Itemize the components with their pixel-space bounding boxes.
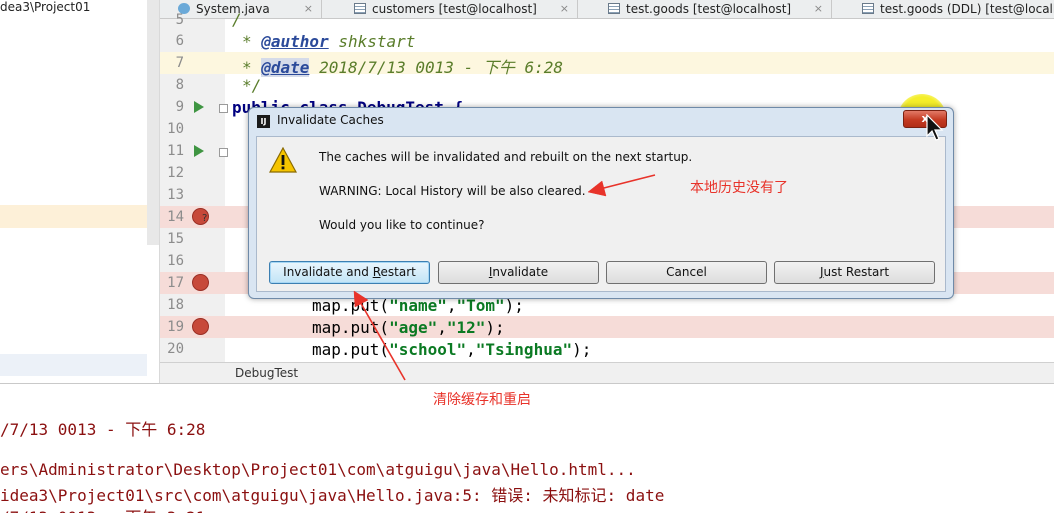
tab-system-java[interactable]: System.java × [172,0,322,18]
doc-star: * [242,32,262,51]
table-icon [354,3,366,14]
doc-author-value: shkstart [328,32,416,51]
invalidate-caches-dialog: IJ Invalidate Caches x The caches will b… [248,107,954,299]
line-number: 7 [175,55,184,71]
line-number: 15 [167,231,184,247]
doc-date-tag: @date [261,58,310,77]
tab-test-goods-ddl[interactable]: test.goods (DDL) [test@localhost] [856,0,1054,18]
line-number: 18 [167,297,184,313]
line-number: 19 [167,319,184,335]
breadcrumb-file[interactable]: DebugTest [235,366,298,380]
tab-label: customers [test@localhost] [372,2,537,16]
annotation-clear-cache: 清除缓存和重启 [433,392,531,408]
project-selected-row[interactable] [0,205,147,228]
line-number: 6 [175,33,184,49]
breakpoint-icon[interactable] [192,274,209,291]
code-line-6: * @author shkstart [242,32,415,51]
dialog-question: Would you like to continue? [319,218,485,232]
editor-tab-bar: System.java × customers [test@localhost]… [160,0,1054,19]
console-line: /7/13 0013 - 下午 3:21 [0,504,205,513]
close-icon[interactable]: × [814,0,823,18]
project-path[interactable]: dea3\Project01 [0,0,90,14]
tab-label: test.goods (DDL) [test@localhost] [880,2,1054,16]
cancel-button[interactable]: Cancel [606,261,767,284]
dialog-title: Invalidate Caches [277,113,384,127]
console-line: idea3\Project01\src\com\atguigu\java\Hel… [0,486,665,505]
project-scrollbar[interactable] [147,0,159,245]
line-number: 12 [167,165,184,181]
project-panel: dea3\Project01 [0,0,160,383]
fold-icon[interactable] [219,148,228,157]
doc-date-value: 2018/7/13 0013 - 下午 6:28 [309,58,563,77]
code-line-20: map.put("school","Tsinghua"); [312,340,592,359]
table-icon [862,3,874,14]
dialog-warning-message: WARNING: Local History will be also clea… [319,184,586,198]
tab-test-goods[interactable]: test.goods [test@localhost] × [602,0,832,18]
code-line-7: * @date 2018/7/13 0013 - 下午 6:28 [242,54,563,78]
just-restart-button[interactable]: Just Restart [774,261,935,284]
close-icon[interactable]: × [560,0,569,18]
editor-breadcrumb-bar: DebugTest [160,362,1054,383]
line-number: 17 [167,275,184,291]
dialog-message: The caches will be invalidated and rebui… [319,150,693,164]
doc-author-tag: @author [261,32,329,51]
intellij-icon: IJ [257,115,270,128]
fold-icon[interactable] [219,104,228,113]
line-number: 11 [167,143,184,159]
run-icon[interactable] [194,101,204,113]
line-number: 13 [167,187,184,203]
line-number: 14 [167,209,184,225]
line-number: 10 [167,121,184,137]
dialog-titlebar[interactable]: IJ Invalidate Caches x [249,108,953,134]
code-line-19: map.put("age","12"); [312,318,505,337]
warning-icon [269,147,297,173]
console-line: /7/13 0013 - 下午 6:28 [0,420,206,439]
breakpoint-line-highlight [160,316,1054,338]
close-icon[interactable]: × [304,0,313,18]
line-number: 16 [167,253,184,269]
annotation-local-history: 本地历史没有了 [690,180,788,196]
mouse-cursor-icon [926,114,944,141]
run-icon[interactable] [194,145,204,157]
breakpoint-warning-marker: ? [202,213,208,224]
doc-star: * [242,58,262,77]
line-number: 20 [167,341,184,357]
table-icon [608,3,620,14]
tab-label: test.goods [test@localhost] [626,2,792,16]
line-number: 5 [175,12,184,28]
line-number: 8 [175,77,184,93]
dialog-body: The caches will be invalidated and rebui… [256,136,946,292]
invalidate-and-restart-button[interactable]: Invalidate and Restart [269,261,430,284]
code-line-5: / [232,10,242,29]
invalidate-button[interactable]: Invalidate [438,261,599,284]
console-line: ers\Administrator\Desktop\Project01\com\… [0,460,636,479]
code-line-8: */ [242,76,262,95]
line-number: 9 [175,99,184,115]
project-hover-row[interactable] [0,354,147,376]
tab-customers[interactable]: customers [test@localhost] × [348,0,578,18]
breakpoint-icon[interactable] [192,318,209,335]
